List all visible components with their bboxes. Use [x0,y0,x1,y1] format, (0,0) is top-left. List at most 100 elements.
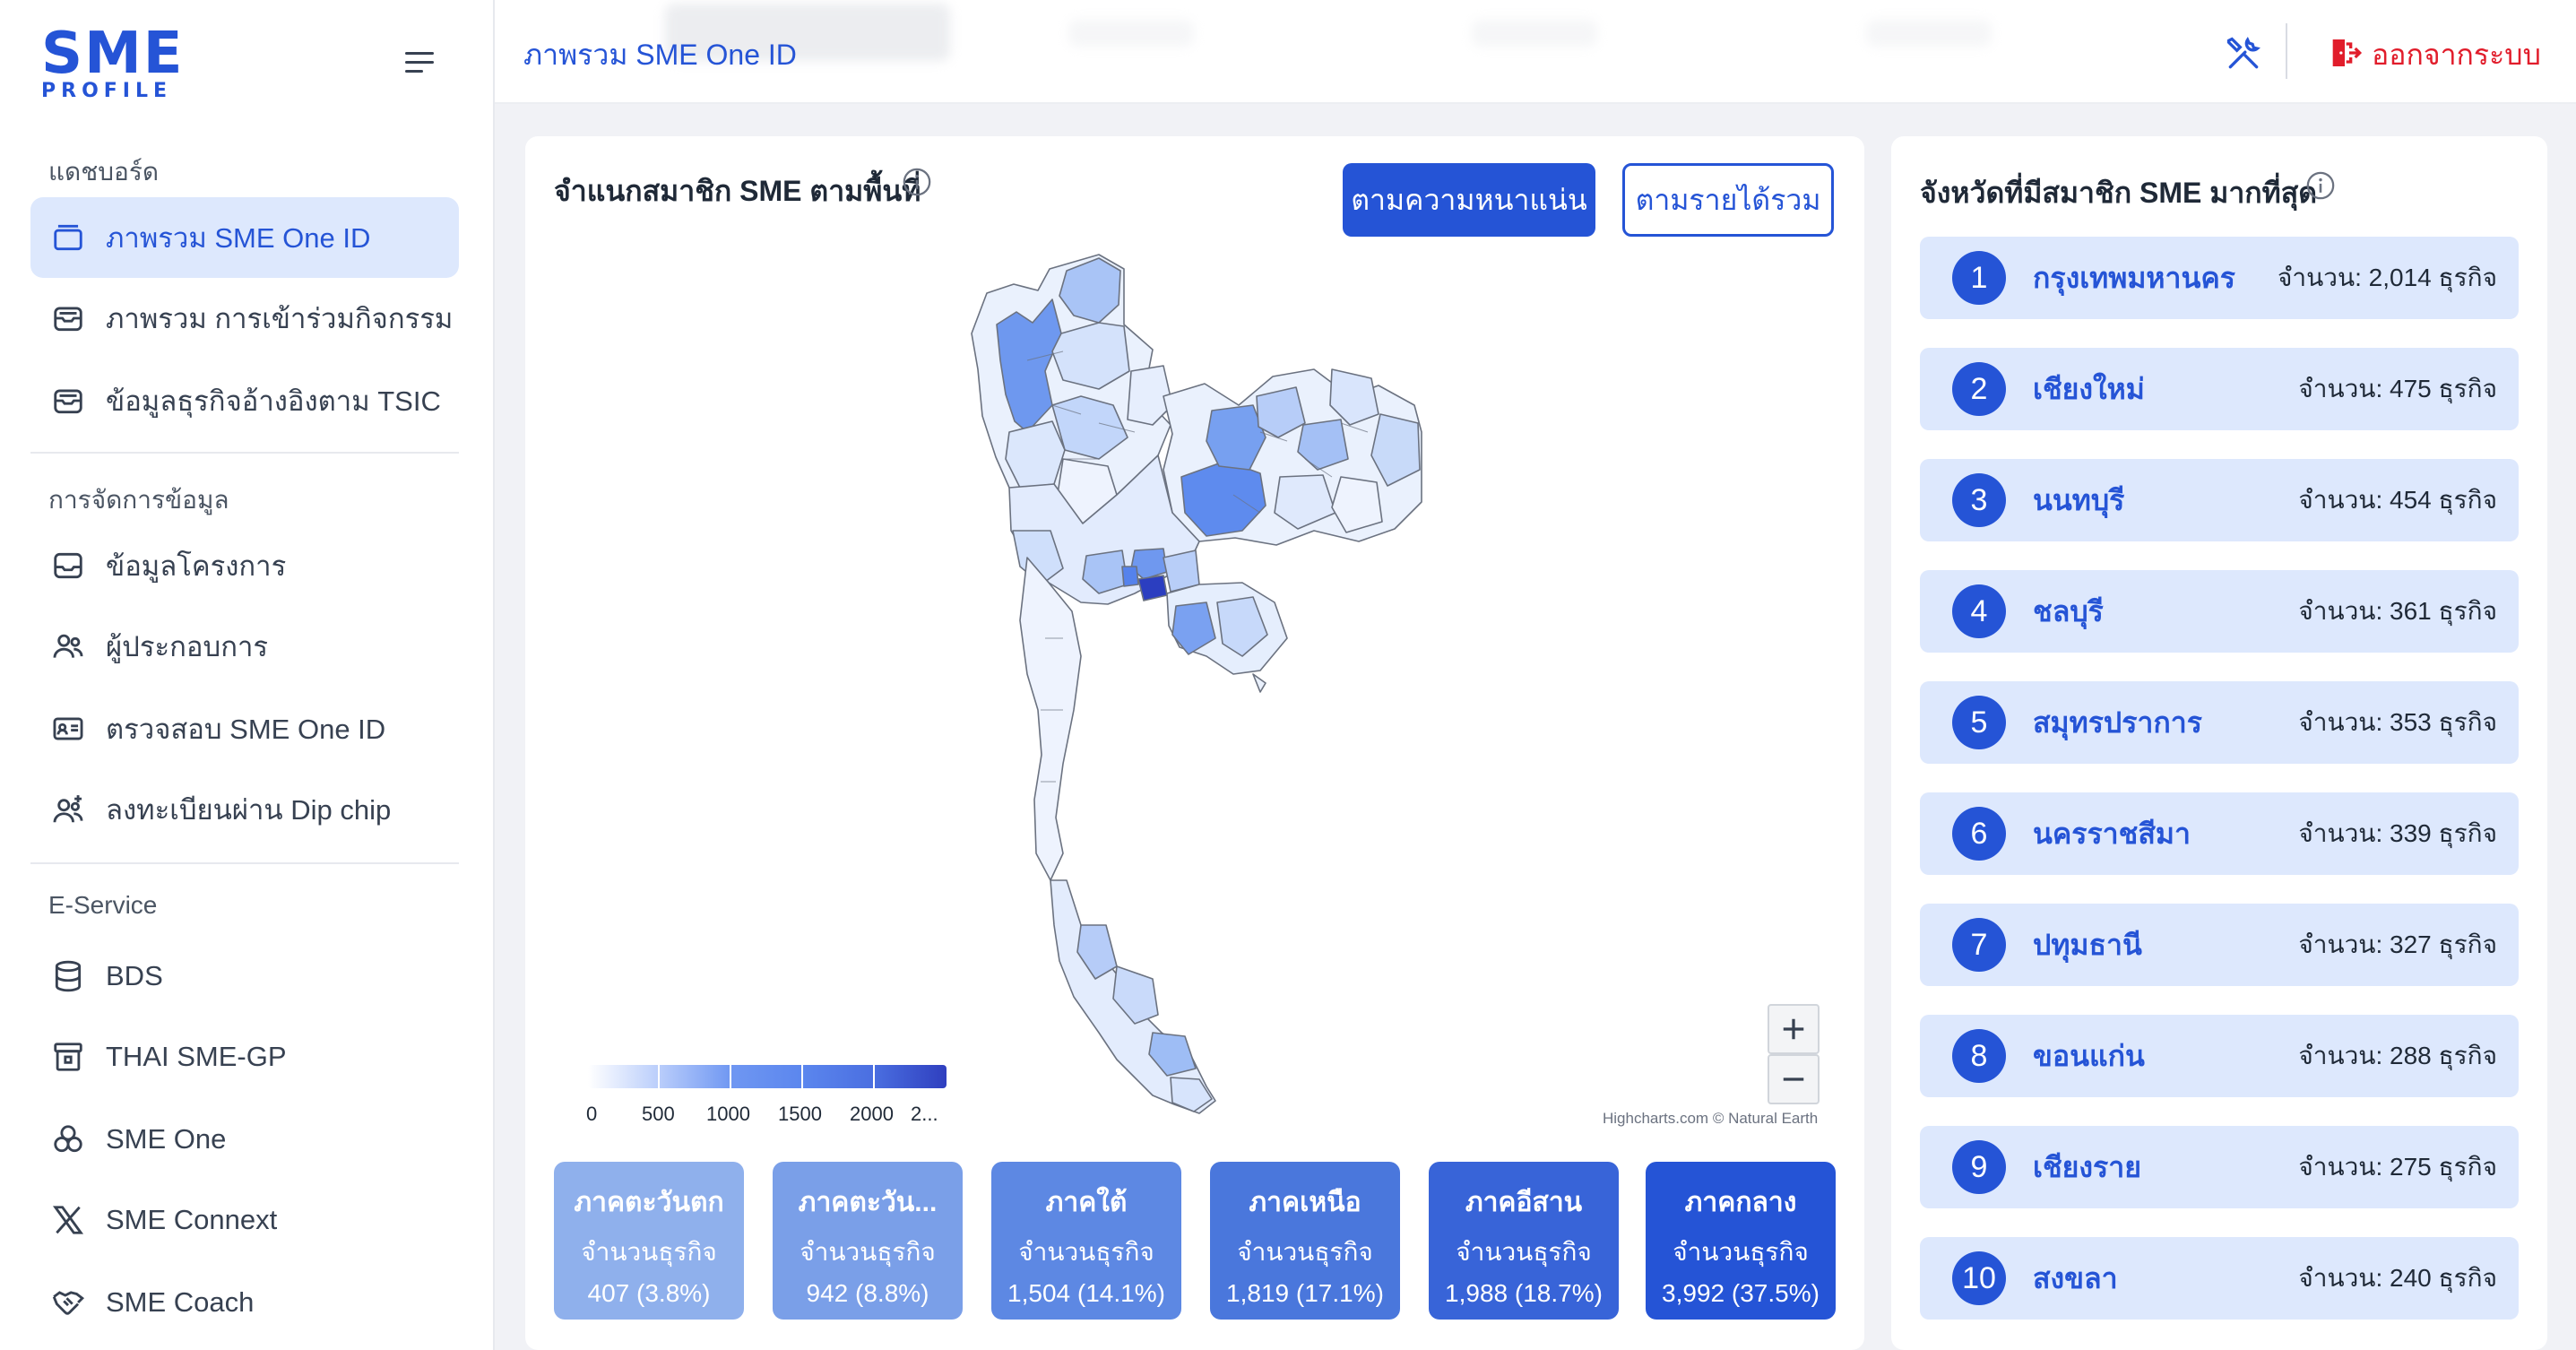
zoom-out-button[interactable] [1768,1054,1820,1104]
province-name: เชียงราย [2033,1150,2141,1183]
sidebar-item-sme-one-id-overview[interactable]: ภาพรวม SME One ID [30,197,459,278]
region-name: ภาคตะวันตก [574,1188,724,1217]
top-provinces-card: จังหวัดที่มีสมาชิก SME มากที่สุด 1 กรุงเ… [1891,136,2547,1350]
province-count: จำนวน: 275 ธุรกิจ [2298,1153,2497,1181]
sidebar-item-label: ผู้ประกอบการ [106,631,269,662]
rank-badge: 4 [1952,584,2006,638]
province-rank-item[interactable]: 3 นนทบุรี จำนวน: 454 ธุรกิจ [1920,459,2519,541]
region-tile-central[interactable]: ภาคกลาง จำนวนธุรกิจ 3,992 (37.5%) [1646,1162,1836,1320]
section-dashboard: แดชบอร์ด [48,158,160,186]
region-value: 3,992 (37.5%) [1662,1279,1820,1307]
rank-badge: 2 [1952,362,2006,416]
province-rank-item[interactable]: 5 สมุทรปราการ จำนวน: 353 ธุรกิจ [1920,681,2519,764]
x-logo-icon [50,1202,86,1238]
inbox-stack-icon [50,300,86,336]
province-name: สมุทรปราการ [2033,705,2202,739]
sidebar: SME PROFILE แดชบอร์ด ภาพรวม SME One ID ภ… [0,0,495,1350]
province-count: จำนวน: 2,014 ธุรกิจ [2277,264,2497,291]
sidebar-item-sme-coach[interactable]: SME Coach [30,1262,459,1343]
blurred-content [1068,20,1194,47]
province-rank-item[interactable]: 4 ชลบุรี จำนวน: 361 ธุรกิจ [1920,570,2519,653]
province-count: จำนวน: 454 ธุรกิจ [2298,486,2497,514]
legend-label: 2000 [850,1103,894,1125]
province-name: กรุงเทพมหานคร [2033,261,2235,294]
province-rank-item[interactable]: 6 นครราชสีมา จำนวน: 339 ธุรกิจ [1920,792,2519,875]
legend-tick [658,1065,660,1088]
province-name: นครราชสีมา [2033,817,2191,850]
rank-badge: 5 [1952,696,2006,749]
region-sub: จำนวนธุรกิจ [1456,1238,1592,1266]
tools-icon[interactable] [2224,34,2263,74]
province-rank-item[interactable]: 9 เชียงราย จำนวน: 275 ธุรกิจ [1920,1126,2519,1208]
region-name: ภาคเหนือ [1249,1188,1361,1217]
thailand-map[interactable] [525,136,1864,1122]
blurred-content [1472,20,1597,47]
sidebar-item-label: ภาพรวม การเข้าร่วมกิจกรรม [106,303,454,334]
province-count: จำนวน: 240 ธุรกิจ [2298,1264,2497,1292]
region-name: ภาคกลาง [1684,1188,1797,1217]
region-tile-northeast[interactable]: ภาคอีสาน จำนวนธุรกิจ 1,988 (18.7%) [1429,1162,1619,1320]
minus-icon [1783,1077,1804,1081]
section-e-service: E-Service [48,891,158,919]
sidebar-item-tsic[interactable]: ข้อมูลธุรกิจอ้างอิงตาม TSIC [30,360,459,441]
divider [30,862,459,864]
logout-button[interactable]: ออกจากระบบ [2327,32,2541,78]
sidebar-item-label: SME One [106,1123,227,1155]
users-icon [50,628,86,664]
layers-icon [50,220,86,255]
region-tile-south[interactable]: ภาคใต้ จำนวนธุรกิจ 1,504 (14.1%) [991,1162,1181,1320]
logo-sub-text: PROFILE [41,80,173,102]
sidebar-item-label: ตรวจสอบ SME One ID [106,714,386,745]
region-value: 407 (3.8%) [587,1279,711,1307]
section-data-management: การจัดการข้อมูล [48,486,229,514]
sidebar-item-label: BDS [106,960,163,991]
sidebar-item-label: ข้อมูลธุรกิจอ้างอิงตาม TSIC [106,385,441,417]
zoom-in-button[interactable] [1768,1004,1820,1054]
province-name: เชียงใหม่ [2033,372,2145,405]
region-sub: จำนวนธุรกิจ [1018,1238,1154,1266]
info-icon[interactable] [2305,170,2336,201]
legend-tick [801,1065,803,1088]
archive-icon [50,1039,86,1075]
province-name: ขอนแก่น [2033,1039,2145,1072]
sidebar-item-bds[interactable]: BDS [30,936,459,1017]
sme-profile-logo[interactable]: SME PROFILE [41,21,185,102]
user-plus-icon [50,792,86,827]
sidebar-item-sme-connext[interactable]: SME Connext [30,1180,459,1260]
sidebar-item-dip-chip[interactable]: ลงทะเบียนผ่าน Dip chip [30,769,459,850]
rank-badge: 7 [1952,918,2006,972]
sidebar-item-projects[interactable]: ข้อมูลโครงการ [30,525,459,606]
rank-badge: 9 [1952,1140,2006,1194]
province-rank-item[interactable]: 2 เชียงใหม่ จำนวน: 475 ธุรกิจ [1920,348,2519,430]
page-title: ภาพรวม SME One ID [523,39,797,71]
sidebar-item-label: SME Connext [106,1204,278,1235]
sidebar-item-label: ข้อมูลโครงการ [106,550,287,582]
province-rank-item[interactable]: 1 กรุงเทพมหานคร จำนวน: 2,014 ธุรกิจ [1920,237,2519,319]
sidebar-item-label: THAI SME-GP [106,1041,287,1072]
menu-toggle-icon[interactable] [405,52,437,75]
legend-tick [730,1065,731,1088]
inbox-icon [50,548,86,584]
sidebar-item-entrepreneurs[interactable]: ผู้ประกอบการ [30,606,459,687]
sidebar-item-activity-overview[interactable]: ภาพรวม การเข้าร่วมกิจกรรม [30,278,459,359]
region-tile-north[interactable]: ภาคเหนือ จำนวนธุรกิจ 1,819 (17.1%) [1210,1162,1400,1320]
map-credit: Highcharts.com © Natural Earth [1603,1110,1819,1127]
region-tile-east[interactable]: ภาคตะวัน... จำนวนธุรกิจ 942 (8.8%) [773,1162,963,1320]
province-count: จำนวน: 361 ธุรกิจ [2298,597,2497,625]
legend-label: 1500 [778,1103,822,1125]
sidebar-item-thai-sme-gp[interactable]: THAI SME-GP [30,1017,459,1097]
region-tile-west[interactable]: ภาคตะวันตก จำนวนธุรกิจ 407 (3.8%) [554,1162,744,1320]
sidebar-item-sme-one[interactable]: SME One [30,1099,459,1180]
sidebar-item-verify-id[interactable]: ตรวจสอบ SME One ID [30,688,459,769]
region-name: ภาคใต้ [1045,1188,1128,1217]
sidebar-item-label: SME Coach [106,1286,255,1318]
region-sub: จำนวนธุรกิจ [1673,1238,1809,1266]
province-rank-item[interactable]: 10 สงขลา จำนวน: 240 ธุรกิจ [1920,1237,2519,1320]
logout-icon [2327,35,2363,75]
province-rank-item[interactable]: 8 ขอนแก่น จำนวน: 288 ธุรกิจ [1920,1015,2519,1097]
logo-main-text: SME [41,21,185,87]
circles-icon [50,1121,86,1157]
legend-label: 2... [911,1103,938,1125]
region-name: ภาคอีสาน [1465,1188,1583,1217]
province-rank-item[interactable]: 7 ปทุมธานี จำนวน: 327 ธุรกิจ [1920,904,2519,986]
